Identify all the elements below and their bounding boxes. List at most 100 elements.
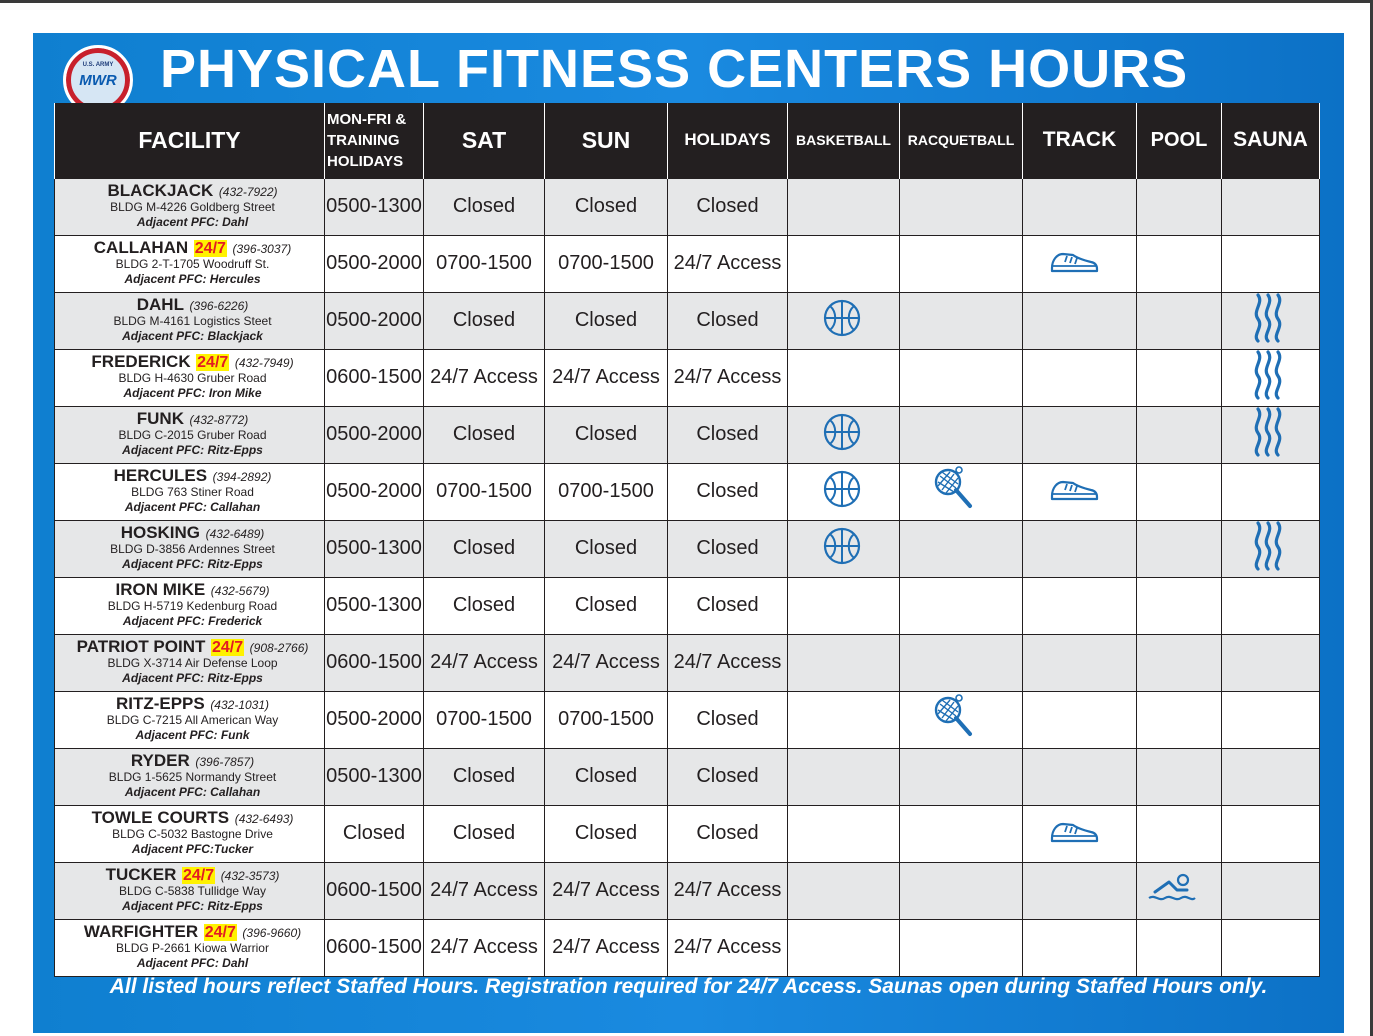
racquetball-cell bbox=[899, 633, 1023, 692]
facility-phone: (396-3037) bbox=[232, 242, 292, 256]
racquetball-cell bbox=[899, 918, 1023, 977]
racquet-icon bbox=[932, 693, 974, 746]
holiday-hours: Closed bbox=[667, 405, 788, 464]
racquetball-cell bbox=[899, 747, 1023, 806]
facility-name: TOWLE COURTS bbox=[91, 808, 230, 827]
sun-hours: 24/7 Access bbox=[544, 633, 668, 692]
sauna-cell bbox=[1221, 348, 1320, 407]
facility-name: FUNK bbox=[136, 409, 184, 428]
sat-hours: 24/7 Access bbox=[423, 861, 545, 920]
sat-hours: Closed bbox=[423, 576, 545, 635]
sauna-cell bbox=[1221, 918, 1320, 977]
sat-hours: Closed bbox=[423, 804, 545, 863]
facility-address: BLDG M-4161 Logistics Steet bbox=[113, 314, 272, 328]
adjacent-pfc: Adjacent PFC: Callahan bbox=[124, 500, 261, 514]
facility-name: PATRIOT POINT bbox=[76, 637, 206, 656]
facility-phone: (432-7949) bbox=[234, 356, 294, 370]
sun-hours: Closed bbox=[544, 747, 668, 806]
sun-hours: Closed bbox=[544, 405, 668, 464]
adjacent-pfc: Adjacent PFC: Ritz-Epps bbox=[122, 443, 263, 457]
holiday-hours: 24/7 Access bbox=[667, 861, 788, 920]
monfri-hours: 0600-1500 bbox=[324, 861, 424, 920]
holiday-hours: Closed bbox=[667, 519, 788, 578]
header-sun: SUN bbox=[544, 103, 668, 178]
access-badge: 24/7 bbox=[210, 639, 245, 656]
header-sauna: SAUNA bbox=[1221, 103, 1320, 178]
sauna-cell bbox=[1221, 405, 1320, 464]
sauna-cell bbox=[1221, 633, 1320, 692]
facility-phone: (394-2892) bbox=[212, 470, 272, 484]
facility-cell: TOWLE COURTS (432-6493) BLDG C-5032 Basto… bbox=[54, 804, 325, 863]
adjacent-pfc: Adjacent PFC: Blackjack bbox=[122, 329, 263, 343]
facility-name: RITZ-EPPS bbox=[115, 694, 205, 713]
header-row: FACILITY MON-FRI & TRAINING HOLIDAYS SAT… bbox=[54, 103, 1320, 178]
monfri-hours: 0500-2000 bbox=[324, 405, 424, 464]
sun-hours: Closed bbox=[544, 576, 668, 635]
facility-name: DAHL bbox=[136, 295, 184, 314]
basketball-icon bbox=[822, 469, 862, 515]
adjacent-pfc: Adjacent PFC:Tucker bbox=[131, 842, 254, 856]
sun-hours: Closed bbox=[544, 804, 668, 863]
track-cell bbox=[1022, 576, 1137, 635]
holiday-hours: 24/7 Access bbox=[667, 633, 788, 692]
header-monfri-line3: HOLIDAYS bbox=[327, 152, 404, 170]
holiday-hours: Closed bbox=[667, 804, 788, 863]
basketball-cell bbox=[787, 519, 900, 578]
facility-address: BLDG 763 Stiner Road bbox=[131, 485, 254, 499]
facility-cell: RITZ-EPPS (432-1031) BLDG C-7215 All Amer… bbox=[54, 690, 325, 749]
track-cell bbox=[1022, 348, 1137, 407]
facility-address: BLDG 2-T-1705 Woodruff St. bbox=[115, 257, 270, 271]
facility-cell: PATRIOT POINT 24/7 (908-2766) BLDG X-3714… bbox=[54, 633, 325, 692]
steam-waves-icon bbox=[1252, 521, 1284, 576]
racquetball-cell bbox=[899, 177, 1023, 236]
basketball-cell bbox=[787, 747, 900, 806]
sun-hours: Closed bbox=[544, 177, 668, 236]
sneaker-icon bbox=[1049, 474, 1099, 510]
facility-phone: (908-2766) bbox=[249, 641, 309, 655]
adjacent-pfc: Adjacent PFC: Iron Mike bbox=[123, 386, 262, 400]
header-monfri-line1: MON-FRI & bbox=[327, 110, 407, 128]
racquetball-cell bbox=[899, 462, 1023, 521]
table-row: HERCULES (394-2892) BLDG 763 Stiner Road A… bbox=[54, 462, 1320, 521]
holiday-hours: Closed bbox=[667, 747, 788, 806]
header-pool: POOL bbox=[1136, 103, 1222, 178]
sat-hours: 0700-1500 bbox=[423, 462, 545, 521]
track-cell bbox=[1022, 747, 1137, 806]
sauna-cell bbox=[1221, 519, 1320, 578]
facility-cell: BLACKJACK (432-7922) BLDG M-4226 Goldberg… bbox=[54, 177, 325, 236]
sauna-cell bbox=[1221, 747, 1320, 806]
sat-hours: 24/7 Access bbox=[423, 633, 545, 692]
track-cell bbox=[1022, 519, 1137, 578]
pool-cell bbox=[1136, 177, 1222, 236]
facility-phone: (432-3573) bbox=[220, 869, 280, 883]
track-cell bbox=[1022, 633, 1137, 692]
basketball-icon bbox=[822, 526, 862, 572]
monfri-hours: 0500-1300 bbox=[324, 747, 424, 806]
facility-name: HERCULES bbox=[113, 466, 208, 485]
table-row: IRON MIKE (432-5679) BLDG H-5719 Kedenbur… bbox=[54, 576, 1320, 635]
monfri-hours: Closed bbox=[324, 804, 424, 863]
pool-cell bbox=[1136, 405, 1222, 464]
track-cell bbox=[1022, 918, 1137, 977]
header-facility: FACILITY bbox=[54, 103, 325, 178]
facility-cell: HERCULES (394-2892) BLDG 763 Stiner Road A… bbox=[54, 462, 325, 521]
racquetball-cell bbox=[899, 690, 1023, 749]
access-badge: 24/7 bbox=[196, 354, 230, 371]
access-badge: 24/7 bbox=[193, 240, 227, 257]
table-row: DAHL (396-6226) BLDG M-4161 Logistics Ste… bbox=[54, 291, 1320, 350]
adjacent-pfc: Adjacent PFC: Dahl bbox=[136, 215, 249, 229]
facility-phone: (432-5679) bbox=[210, 584, 270, 598]
sat-hours: 24/7 Access bbox=[423, 918, 545, 977]
top-border bbox=[0, 0, 1373, 3]
header-basketball: BASKETBALL bbox=[787, 103, 900, 178]
monfri-hours: 0500-1300 bbox=[324, 519, 424, 578]
steam-waves-icon bbox=[1252, 350, 1284, 405]
table-row: RITZ-EPPS (432-1031) BLDG C-7215 All Amer… bbox=[54, 690, 1320, 749]
hours-table: FACILITY MON-FRI & TRAINING HOLIDAYS SAT… bbox=[54, 103, 1320, 977]
basketball-cell bbox=[787, 861, 900, 920]
table-row: FREDERICK 24/7 (432-7949) BLDG H-4630 Gru… bbox=[54, 348, 1320, 407]
monfri-hours: 0500-2000 bbox=[324, 291, 424, 350]
header-holidays: HOLIDAYS bbox=[667, 103, 788, 178]
racquetball-cell bbox=[899, 234, 1023, 293]
pool-cell bbox=[1136, 234, 1222, 293]
